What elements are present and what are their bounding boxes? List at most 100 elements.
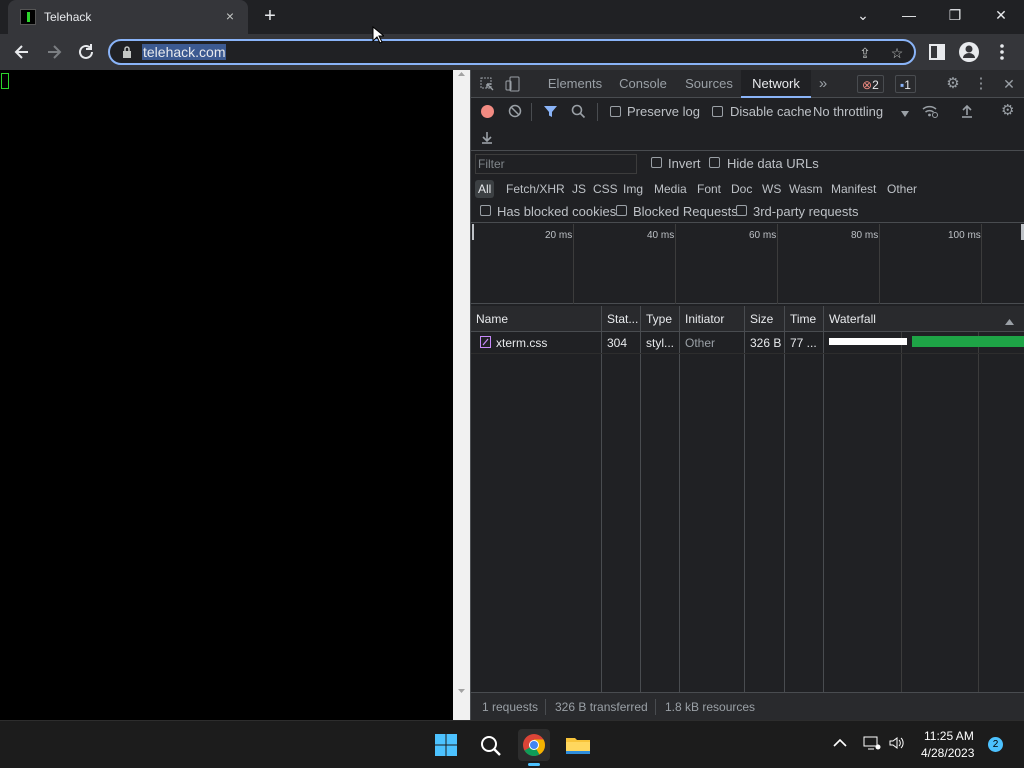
column-header-time[interactable]: Time: [790, 312, 816, 326]
has-blocked-cookies-checkbox[interactable]: [480, 205, 491, 216]
mouse-pointer-icon: [372, 26, 384, 44]
scroll-down-arrow-icon[interactable]: [457, 687, 466, 695]
filter-type-fetch-xhr[interactable]: Fetch/XHR: [503, 180, 568, 198]
clock-time[interactable]: 11:25 AM: [924, 729, 974, 743]
windows-start-icon[interactable]: [430, 729, 462, 761]
preserve-log-checkbox[interactable]: [610, 106, 621, 117]
url-text[interactable]: telehack.com: [142, 44, 227, 60]
filter-funnel-icon[interactable]: [543, 104, 558, 119]
column-divider[interactable]: [679, 306, 680, 692]
messages-badge[interactable]: ▪1: [895, 75, 916, 93]
third-party-requests-checkbox[interactable]: [736, 205, 747, 216]
column-header-initiator[interactable]: Initiator: [685, 312, 724, 326]
devtools-menu-icon[interactable]: ⋮: [973, 76, 989, 92]
tab-close-icon[interactable]: ×: [220, 6, 240, 26]
address-bar[interactable]: telehack.com ⇪ ☆: [108, 39, 916, 65]
clear-icon[interactable]: [508, 104, 522, 118]
column-header-waterfall[interactable]: Waterfall: [829, 312, 876, 326]
disable-cache-label[interactable]: Disable cache: [730, 104, 812, 119]
filter-type-manifest[interactable]: Manifest: [828, 180, 879, 198]
web-page-terminal[interactable]: [0, 70, 470, 720]
volume-icon[interactable]: [888, 735, 906, 751]
tab-console[interactable]: Console: [611, 70, 675, 98]
network-settings-gear-icon[interactable]: ⚙: [1001, 103, 1017, 119]
tab-sources[interactable]: Sources: [677, 70, 741, 98]
page-scrollbar[interactable]: [453, 70, 470, 720]
column-header-type[interactable]: Type: [646, 312, 672, 326]
filter-type-other[interactable]: Other: [884, 180, 920, 198]
tab-elements[interactable]: Elements: [541, 70, 609, 98]
overview-left-handle[interactable]: [472, 224, 474, 240]
minimize-button[interactable]: —: [886, 0, 932, 30]
bookmark-star-icon[interactable]: ☆: [888, 44, 906, 62]
throttling-select[interactable]: No throttling: [813, 104, 883, 119]
forward-button[interactable]: [41, 39, 67, 65]
show-hidden-icons-chevron-icon[interactable]: [833, 737, 847, 747]
profile-button[interactable]: [956, 39, 982, 65]
column-divider[interactable]: [823, 306, 824, 692]
column-divider[interactable]: [784, 306, 785, 692]
hide-data-urls-label[interactable]: Hide data URLs: [727, 156, 819, 171]
preserve-log-label[interactable]: Preserve log: [627, 104, 700, 119]
close-window-button[interactable]: ✕: [978, 0, 1024, 30]
invert-checkbox[interactable]: [651, 157, 662, 168]
more-tabs-icon[interactable]: »: [815, 76, 831, 92]
reload-button[interactable]: [73, 39, 99, 65]
filter-type-ws[interactable]: WS: [759, 180, 784, 198]
back-button[interactable]: [9, 39, 35, 65]
restore-button[interactable]: ❐: [932, 0, 978, 30]
table-row[interactable]: xterm.css 304 styl... Other 326 B 77 ...: [471, 332, 1024, 354]
errors-badge[interactable]: ⊗2: [857, 75, 884, 93]
export-har-icon[interactable]: [480, 129, 494, 145]
filter-type-font[interactable]: Font: [694, 180, 724, 198]
sort-ascending-icon[interactable]: [1005, 315, 1014, 325]
filter-type-media[interactable]: Media: [651, 180, 690, 198]
throttling-dropdown-icon[interactable]: [901, 107, 909, 117]
record-icon[interactable]: [481, 105, 494, 118]
close-devtools-icon[interactable]: ✕: [1001, 76, 1017, 92]
blocked-requests-label[interactable]: Blocked Requests: [633, 204, 738, 219]
inspect-element-icon[interactable]: [479, 76, 495, 92]
network-conditions-icon[interactable]: [922, 103, 939, 120]
notification-count-badge[interactable]: 2: [988, 737, 1003, 752]
column-header-size[interactable]: Size: [750, 312, 773, 326]
chrome-menu-button[interactable]: [989, 39, 1015, 65]
has-blocked-cookies-label[interactable]: Has blocked cookies: [497, 204, 616, 219]
new-tab-button[interactable]: +: [258, 4, 282, 28]
side-panel-button[interactable]: [924, 39, 950, 65]
hide-data-urls-checkbox[interactable]: [709, 157, 720, 168]
tab-network[interactable]: Network: [741, 70, 811, 98]
request-name[interactable]: xterm.css: [496, 336, 547, 350]
search-icon[interactable]: [571, 104, 586, 119]
network-overview-timeline[interactable]: 20 ms 40 ms 60 ms 80 ms 100 ms: [471, 224, 1024, 304]
column-divider[interactable]: [744, 306, 745, 692]
chrome-taskbar-icon[interactable]: [518, 729, 550, 766]
column-divider[interactable]: [601, 306, 602, 692]
settings-gear-icon[interactable]: ⚙: [945, 76, 961, 92]
blocked-requests-checkbox[interactable]: [616, 205, 627, 216]
column-header-name[interactable]: Name: [476, 312, 508, 326]
lock-icon[interactable]: [122, 46, 132, 58]
filter-type-all[interactable]: All: [475, 180, 495, 198]
invert-label[interactable]: Invert: [668, 156, 701, 171]
filter-type-doc[interactable]: Doc: [728, 180, 755, 198]
filter-input[interactable]: [475, 154, 637, 174]
column-divider[interactable]: [640, 306, 641, 692]
browser-tab[interactable]: Telehack ×: [8, 0, 248, 34]
network-status-icon[interactable]: [863, 735, 881, 751]
scroll-up-arrow-icon[interactable]: [457, 70, 466, 78]
column-header-status[interactable]: Stat...: [607, 312, 638, 326]
clock-date[interactable]: 4/28/2023: [921, 746, 974, 760]
filter-type-img[interactable]: Img: [620, 180, 646, 198]
filter-type-wasm[interactable]: Wasm: [786, 180, 826, 198]
file-explorer-icon[interactable]: [562, 729, 594, 761]
third-party-requests-label[interactable]: 3rd-party requests: [753, 204, 859, 219]
import-har-icon[interactable]: [960, 103, 974, 119]
device-toolbar-icon[interactable]: [505, 76, 521, 92]
filter-type-js[interactable]: JS: [569, 180, 589, 198]
search-icon[interactable]: [474, 729, 506, 761]
share-icon[interactable]: ⇪: [856, 44, 874, 62]
filter-type-css[interactable]: CSS: [590, 180, 621, 198]
disable-cache-checkbox[interactable]: [712, 106, 723, 117]
tab-search-icon[interactable]: ⌄: [840, 0, 886, 30]
